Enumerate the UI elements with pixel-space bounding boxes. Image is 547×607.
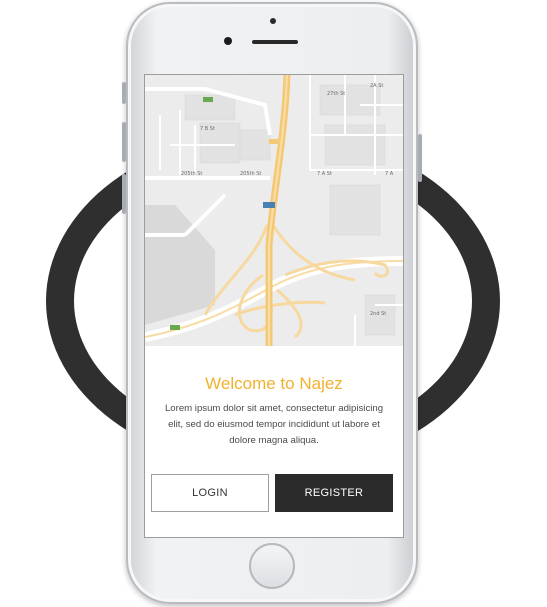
stage: 205th St 205th St 7 A St 7 B St 27th St …: [0, 0, 547, 607]
map-graphic: 205th St 205th St 7 A St 7 B St 27th St …: [145, 75, 403, 346]
map-view[interactable]: 205th St 205th St 7 A St 7 B St 27th St …: [145, 75, 403, 346]
sensor-icon: [270, 18, 276, 24]
svg-text:7 A St: 7 A St: [317, 171, 332, 177]
phone-frame: 205th St 205th St 7 A St 7 B St 27th St …: [122, 2, 422, 604]
svg-text:205th St: 205th St: [240, 171, 261, 177]
home-button-icon[interactable]: [249, 543, 295, 589]
welcome-panel: Welcome to Najez Lorem ipsum dolor sit a…: [145, 346, 403, 537]
welcome-title: Welcome to Najez: [205, 374, 343, 393]
phone-screen: 205th St 205th St 7 A St 7 B St 27th St …: [144, 74, 404, 538]
svg-text:27th St: 27th St: [327, 91, 345, 97]
svg-text:205th St: 205th St: [181, 171, 202, 177]
volume-down-button: [122, 174, 126, 214]
volume-up-button: [122, 122, 126, 162]
camera-icon: [224, 37, 232, 45]
login-button[interactable]: LOGIN: [151, 474, 269, 512]
speaker-icon: [252, 40, 298, 44]
mute-switch: [122, 82, 126, 104]
svg-text:7 A: 7 A: [385, 171, 394, 177]
svg-text:7 B St: 7 B St: [200, 126, 215, 132]
svg-text:2A St: 2A St: [370, 83, 383, 89]
svg-text:2nd St: 2nd St: [370, 311, 386, 317]
welcome-description: Lorem ipsum dolor sit amet, consectetur …: [164, 403, 384, 446]
register-button[interactable]: REGISTER: [275, 474, 393, 512]
power-button: [418, 134, 422, 182]
